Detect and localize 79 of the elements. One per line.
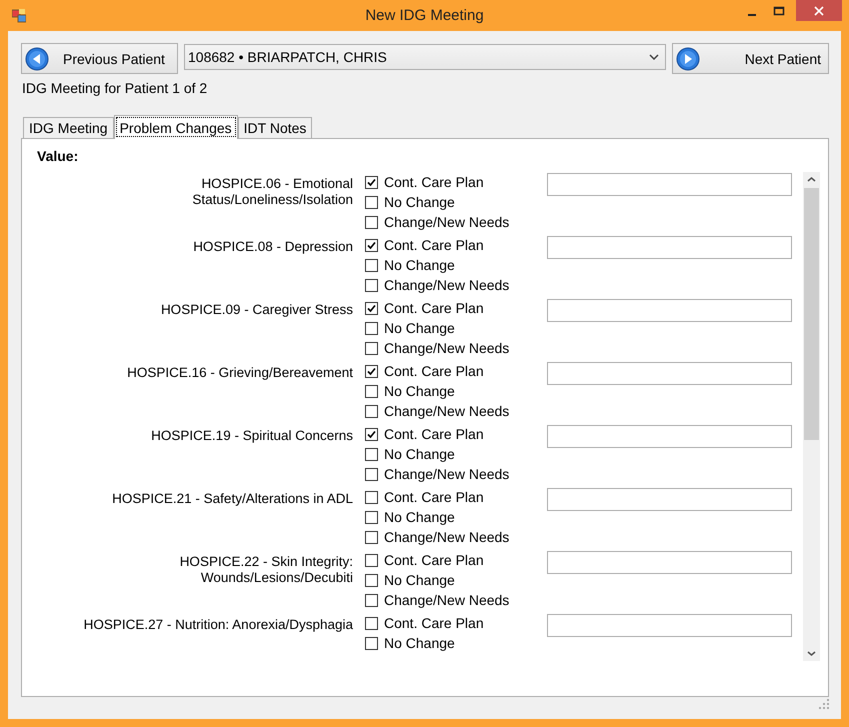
checkbox[interactable] xyxy=(365,490,378,504)
checkbox[interactable] xyxy=(365,302,378,314)
checkbox-label: Cont. Care Plan xyxy=(384,300,484,316)
checkbox[interactable] xyxy=(365,510,378,524)
checkbox[interactable] xyxy=(365,616,378,630)
checkbox-label: Cont. Care Plan xyxy=(384,552,484,568)
checkbox[interactable] xyxy=(365,258,378,272)
checkbox-label: Change/New Needs xyxy=(384,466,510,482)
problem-label: HOSPICE.16 - Grieving/Bereavement xyxy=(126,364,353,382)
checkbox-label: Cont. Care Plan xyxy=(384,615,484,631)
scrollbar-thumb[interactable] xyxy=(804,188,819,440)
checkbox-label: Change/New Needs xyxy=(384,403,510,419)
checkbox[interactable] xyxy=(365,196,378,208)
problem-label: HOSPICE.19 - Spiritual Concerns xyxy=(150,427,353,445)
previous-patient-button[interactable]: Previous Patient xyxy=(21,43,178,74)
close-icon xyxy=(813,4,825,16)
maximize-icon xyxy=(772,6,784,16)
checkbox-label: Cont. Care Plan xyxy=(384,426,484,442)
tab[interactable]: IDT Notes xyxy=(238,117,312,138)
checkbox-label: Cont. Care Plan xyxy=(384,237,484,253)
checkbox-label: Cont. Care Plan xyxy=(384,489,484,505)
problem-label: HOSPICE.21 - Safety/Alterations in ADL xyxy=(111,490,353,508)
patient-counter: IDG Meeting for Patient 1 of 2 xyxy=(22,80,208,96)
checkbox-label: No Change xyxy=(384,635,455,651)
note-field[interactable] xyxy=(547,299,792,322)
checkbox[interactable] xyxy=(365,594,378,606)
window-title: New IDG Meeting xyxy=(365,7,484,24)
checkbox-label: Change/New Needs xyxy=(384,592,510,608)
app-icon xyxy=(12,8,26,22)
checkbox[interactable] xyxy=(365,428,378,440)
checkbox-label: No Change xyxy=(384,383,455,399)
checkbox-label: No Change xyxy=(384,320,455,336)
checkbox-label: No Change xyxy=(384,446,455,462)
note-field[interactable] xyxy=(547,362,792,385)
problem-label: HOSPICE.27 - Nutrition: Anorexia/Dysphagia xyxy=(82,616,353,634)
checkbox[interactable] xyxy=(365,342,378,354)
note-field[interactable] xyxy=(547,173,792,196)
problem-label: HOSPICE.08 - Depression xyxy=(192,238,353,256)
checkbox[interactable] xyxy=(365,448,378,460)
note-field[interactable] xyxy=(547,614,792,637)
checkbox[interactable] xyxy=(365,322,378,334)
checkbox[interactable] xyxy=(365,384,378,398)
checkbox[interactable] xyxy=(365,278,378,292)
checkbox[interactable] xyxy=(365,554,378,566)
checkbox[interactable] xyxy=(365,636,378,650)
checkbox[interactable] xyxy=(365,530,378,544)
tab[interactable]: Problem Changes xyxy=(114,115,238,139)
minimize-icon xyxy=(748,14,756,16)
checkbox-label: Change/New Needs xyxy=(384,277,510,293)
patient-dropdown[interactable]: 108682 • BRIARPATCH, CHRIS xyxy=(184,44,666,70)
problem-label: HOSPICE.09 - Caregiver Stress xyxy=(160,301,353,319)
resize-grip-icon[interactable] xyxy=(819,699,829,709)
checkbox-label: Cont. Care Plan xyxy=(384,174,484,190)
checkbox-label: Cont. Care Plan xyxy=(384,363,484,379)
checkbox-label: Change/New Needs xyxy=(384,340,510,356)
checkbox-label: No Change xyxy=(384,257,455,273)
checkbox-label: No Change xyxy=(384,509,455,525)
checkbox-label: No Change xyxy=(384,572,455,588)
note-field[interactable] xyxy=(547,236,792,259)
checkbox[interactable] xyxy=(365,238,378,252)
note-field[interactable] xyxy=(547,551,792,574)
checkbox[interactable] xyxy=(365,404,378,418)
checkbox-label: Change/New Needs xyxy=(384,214,510,230)
caret-icon xyxy=(649,54,659,60)
checkbox-label: No Change xyxy=(384,194,455,210)
checkbox[interactable] xyxy=(365,468,378,480)
note-field[interactable] xyxy=(547,425,792,448)
checkbox[interactable] xyxy=(365,574,378,586)
checkbox-label: Change/New Needs xyxy=(384,529,510,545)
problem-label: HOSPICE.06 - Emotional Status/Loneliness/Isolation xyxy=(191,175,353,209)
close-button[interactable] xyxy=(796,0,842,21)
note-field[interactable] xyxy=(547,488,792,511)
value-heading: Value: xyxy=(37,148,80,166)
tab[interactable]: IDG Meeting xyxy=(23,117,114,138)
problem-label: HOSPICE.22 - Skin Integrity: Wounds/Lesions/Decubiti xyxy=(178,553,353,587)
checkbox[interactable] xyxy=(365,216,378,228)
checkbox[interactable] xyxy=(365,176,378,188)
checkbox[interactable] xyxy=(365,364,378,378)
next-patient-button[interactable]: Next Patient xyxy=(672,43,829,74)
